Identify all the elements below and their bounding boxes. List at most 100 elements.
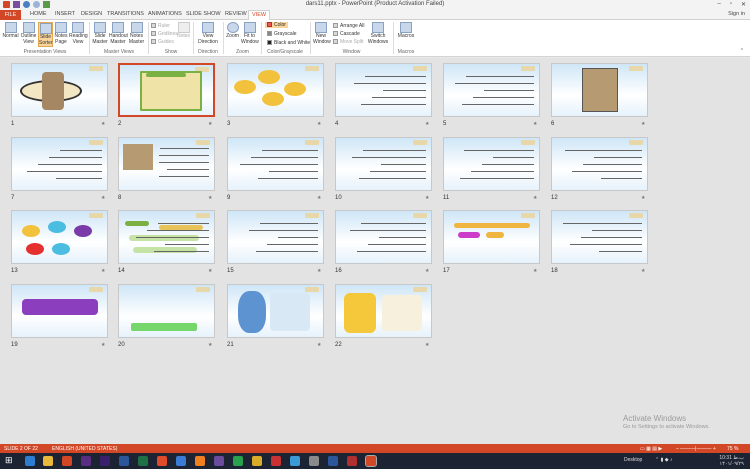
file-explorer-icon[interactable] xyxy=(43,456,53,466)
slide-thumbnail[interactable] xyxy=(11,284,108,338)
tab-view[interactable]: VIEW xyxy=(248,10,271,20)
app-icon[interactable] xyxy=(252,456,262,466)
normal-view-button[interactable]: Normal xyxy=(2,22,19,40)
fit-to-window-button[interactable]: Fit to Window xyxy=(241,22,259,45)
notes-page-button[interactable]: Notes Page xyxy=(54,22,68,45)
transition-star-icon[interactable]: ★ xyxy=(101,121,105,127)
app-icon[interactable] xyxy=(328,456,338,466)
slide-thumbnail[interactable] xyxy=(335,137,432,191)
slide-thumbnail[interactable] xyxy=(118,137,215,191)
transition-star-icon[interactable]: ★ xyxy=(425,121,429,127)
restore-button[interactable]: ▫ xyxy=(730,1,732,8)
language-indicator[interactable]: ENGLISH (UNITED STATES) xyxy=(52,446,117,452)
tab-animations[interactable]: ANIMATIONS xyxy=(148,11,182,17)
transition-star-icon[interactable]: ★ xyxy=(101,342,105,348)
app-icon[interactable] xyxy=(309,456,319,466)
app-icon[interactable] xyxy=(347,456,357,466)
slide-thumbnail[interactable] xyxy=(227,63,324,117)
gridlines-checkbox[interactable]: Gridlines xyxy=(151,31,178,37)
slide-thumbnail[interactable] xyxy=(335,284,432,338)
slide-thumbnail[interactable] xyxy=(227,284,324,338)
grayscale-button[interactable]: Grayscale xyxy=(267,31,297,37)
slide-thumbnail[interactable] xyxy=(11,63,108,117)
slide-thumbnail[interactable] xyxy=(551,210,648,264)
after-effects-icon[interactable] xyxy=(100,456,110,466)
move-split-button[interactable]: Move Split xyxy=(333,39,363,45)
tab-transitions[interactable]: TRANSITIONS xyxy=(107,11,144,17)
slide-thumbnail[interactable] xyxy=(118,63,215,117)
transition-star-icon[interactable]: ★ xyxy=(641,195,645,201)
macros-button[interactable]: Macros xyxy=(397,22,415,40)
slide-thumbnail[interactable] xyxy=(11,210,108,264)
transition-star-icon[interactable]: ★ xyxy=(208,195,212,201)
transition-star-icon[interactable]: ★ xyxy=(317,268,321,274)
app-icon[interactable] xyxy=(214,456,224,466)
transition-star-icon[interactable]: ★ xyxy=(317,195,321,201)
slide-sorter-button[interactable]: Slide Sorter xyxy=(38,22,53,47)
transition-star-icon[interactable]: ★ xyxy=(208,268,212,274)
powerpoint-taskbar-icon[interactable] xyxy=(365,455,377,467)
transition-star-icon[interactable]: ★ xyxy=(425,342,429,348)
cascade-button[interactable]: Cascade xyxy=(333,31,360,37)
firefox-icon[interactable] xyxy=(195,456,205,466)
excel-icon[interactable] xyxy=(138,456,148,466)
zoom-level[interactable]: 75 % xyxy=(727,446,738,452)
arrange-all-button[interactable]: Arrange All xyxy=(333,23,364,29)
slide-sorter-pane[interactable]: 1 ★ 2 ★ 3 ★ 4 ★ 5 ★ 6 ★ 7 ★ 8 ★ 9 ★ 10 ★ 11 ★ 12 ★ 13 ★ 14 ★ 15 ★ 16 ★ 1… xyxy=(0,58,750,444)
minimize-button[interactable]: – xyxy=(717,1,720,8)
switch-windows-button[interactable]: Switch Windows xyxy=(367,22,389,45)
app-icon[interactable] xyxy=(271,456,281,466)
view-direction-button[interactable]: View Direction xyxy=(196,22,220,45)
transition-star-icon[interactable]: ★ xyxy=(208,342,212,348)
reading-view-button[interactable]: Reading View xyxy=(69,22,88,45)
close-button[interactable]: ✕ xyxy=(741,1,746,8)
transition-star-icon[interactable]: ★ xyxy=(425,268,429,274)
collapse-ribbon-icon[interactable]: ⌃ xyxy=(740,48,744,54)
tab-home[interactable]: HOME xyxy=(30,11,47,17)
slide-thumbnail[interactable] xyxy=(551,63,648,117)
premiere-icon[interactable] xyxy=(81,456,91,466)
sign-in-link[interactable]: Sign in xyxy=(728,11,745,17)
black-and-white-button[interactable]: Black and White xyxy=(267,40,310,46)
slide-thumbnail[interactable] xyxy=(443,210,540,264)
chrome-icon[interactable] xyxy=(176,456,186,466)
transition-star-icon[interactable]: ★ xyxy=(317,121,321,127)
transition-star-icon[interactable]: ★ xyxy=(208,121,212,127)
transition-star-icon[interactable]: ★ xyxy=(533,121,537,127)
transition-star-icon[interactable]: ★ xyxy=(533,195,537,201)
transition-star-icon[interactable]: ★ xyxy=(641,121,645,127)
color-button[interactable]: Color xyxy=(265,22,288,28)
word-icon[interactable] xyxy=(119,456,129,466)
transition-star-icon[interactable]: ★ xyxy=(101,195,105,201)
guides-checkbox[interactable]: Guides xyxy=(151,39,174,45)
slide-thumbnail[interactable] xyxy=(551,137,648,191)
notes-master-button[interactable]: Notes Master xyxy=(128,22,145,45)
transition-star-icon[interactable]: ★ xyxy=(101,268,105,274)
handout-master-button[interactable]: Handout Master xyxy=(109,22,128,45)
new-window-button[interactable]: New Window xyxy=(313,22,331,45)
transition-star-icon[interactable]: ★ xyxy=(641,268,645,274)
slide-thumbnail[interactable] xyxy=(227,137,324,191)
view-buttons[interactable]: ▭ ▦ ▤ ▶ xyxy=(640,446,662,452)
app-icon[interactable] xyxy=(233,456,243,466)
transition-star-icon[interactable]: ★ xyxy=(533,268,537,274)
ruler-checkbox[interactable]: Ruler xyxy=(151,23,170,29)
start-windows-icon[interactable]: ⊞ xyxy=(5,455,15,465)
slide-thumbnail[interactable] xyxy=(443,137,540,191)
clock[interactable]: 10:31 ب.ظ ۱۴۰۱/۰۹/۲۹ xyxy=(719,455,744,467)
desktop-toolbar[interactable]: Desktop xyxy=(624,457,642,463)
outline-view-button[interactable]: Outline View xyxy=(20,22,37,45)
zoom-slider[interactable]: – ———|——— + xyxy=(676,446,716,452)
tab-review[interactable]: REVIEW xyxy=(225,11,247,17)
slide-thumbnail[interactable] xyxy=(335,63,432,117)
media-player-icon[interactable] xyxy=(157,456,167,466)
tray-icons[interactable]: ⌃ ▮ ◆ ♪ xyxy=(655,457,672,463)
notes-button[interactable]: Notes xyxy=(177,22,190,40)
ie-icon[interactable] xyxy=(25,456,35,466)
slide-thumbnail[interactable] xyxy=(118,210,215,264)
slide-master-button[interactable]: Slide Master xyxy=(92,22,108,45)
tab-insert[interactable]: INSERT xyxy=(55,11,75,17)
tab-file[interactable]: FILE xyxy=(0,10,21,20)
slide-thumbnail[interactable] xyxy=(227,210,324,264)
transition-star-icon[interactable]: ★ xyxy=(425,195,429,201)
